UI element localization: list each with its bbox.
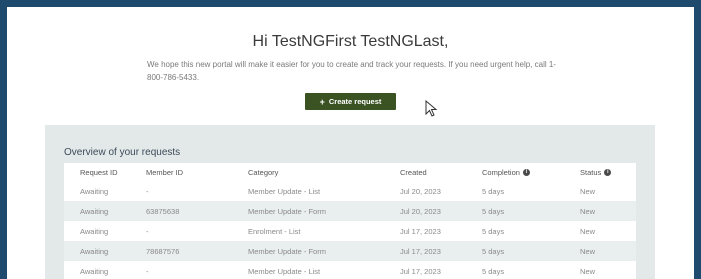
category-cell: Member Update - Form	[232, 201, 384, 221]
status-cell: New	[564, 181, 636, 201]
category-cell: Enrolment - List	[232, 221, 384, 241]
column-header-category[interactable]: Category	[232, 163, 384, 181]
request-id-cell: Awaiting	[64, 201, 130, 221]
completion-cell: 5 days	[466, 261, 564, 279]
status-cell: New	[564, 221, 636, 241]
requests-overview-panel: Overview of your requests Request ID Mem…	[45, 125, 655, 279]
request-id-cell: Awaiting	[64, 181, 130, 201]
create-request-label: Create request	[328, 97, 382, 106]
column-header-member-id[interactable]: Member ID	[130, 163, 232, 181]
created-cell: Jul 17, 2023	[384, 221, 466, 241]
plus-icon: +	[319, 96, 325, 107]
request-id-cell: Awaiting	[64, 261, 130, 279]
completion-cell: 5 days	[466, 201, 564, 221]
created-cell: Jul 20, 2023	[384, 201, 466, 221]
category-cell: Member Update - Form	[232, 241, 384, 261]
table-row[interactable]: Awaiting 78687576 Member Update - Form J…	[64, 241, 636, 261]
request-id-cell: Awaiting	[64, 241, 130, 261]
status-cell: New	[564, 241, 636, 261]
intro-text: We hope this new portal will make it eas…	[147, 60, 556, 82]
member-id-cell: 63875638	[130, 201, 232, 221]
table-row[interactable]: Awaiting - Enrolment - List Jul 17, 2023…	[64, 221, 636, 241]
completion-cell: 5 days	[466, 241, 564, 261]
table-row[interactable]: Awaiting 63875638 Member Update - Form J…	[64, 201, 636, 221]
table-row[interactable]: Awaiting - Member Update - List Jul 17, …	[64, 261, 636, 279]
overview-title: Overview of your requests	[64, 147, 181, 158]
status-cell: New	[564, 261, 636, 279]
category-cell: Member Update - List	[232, 261, 384, 279]
page: Hi TestNGFirst TestNGLast, We hope this …	[7, 7, 694, 279]
created-cell: Jul 17, 2023	[384, 241, 466, 261]
completion-header-label: Completion	[482, 167, 520, 177]
column-header-request-id[interactable]: Request ID	[64, 163, 130, 181]
category-cell: Member Update - List	[232, 181, 384, 201]
table-header-row: Request ID Member ID Category Created Co…	[64, 163, 636, 181]
status-cell: New	[564, 201, 636, 221]
member-id-cell: -	[130, 261, 232, 279]
created-cell: Jul 17, 2023	[384, 261, 466, 279]
completion-cell: 5 days	[466, 221, 564, 241]
member-id-cell: -	[130, 221, 232, 241]
member-id-cell: 78687576	[130, 241, 232, 261]
requests-table: Request ID Member ID Category Created Co…	[64, 163, 636, 279]
create-request-button[interactable]: + Create request	[305, 93, 396, 110]
mouse-pointer-icon	[425, 100, 438, 117]
column-header-created[interactable]: Created	[384, 163, 466, 181]
table-row[interactable]: Awaiting - Member Update - List Jul 20, …	[64, 181, 636, 201]
info-icon[interactable]: i	[604, 169, 612, 177]
member-id-cell: -	[130, 181, 232, 201]
column-header-status[interactable]: Status i	[564, 163, 636, 181]
info-icon[interactable]: i	[522, 169, 530, 177]
created-cell: Jul 20, 2023	[384, 181, 466, 201]
request-id-cell: Awaiting	[64, 221, 130, 241]
greeting-heading: Hi TestNGFirst TestNGLast,	[252, 33, 449, 50]
status-header-label: Status	[580, 167, 602, 177]
completion-cell: 5 days	[466, 181, 564, 201]
column-header-completion[interactable]: Completion i	[466, 163, 564, 181]
